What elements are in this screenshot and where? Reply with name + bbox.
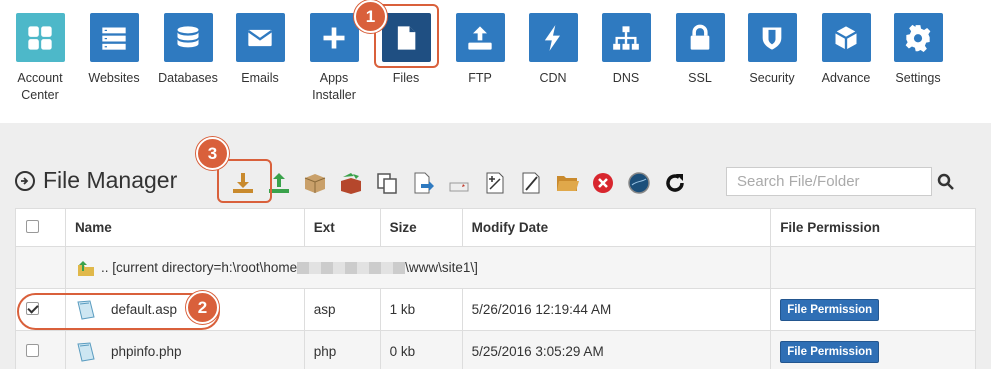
arrow-circle-icon	[15, 170, 35, 191]
current-directory-suffix: \www\site1\]	[405, 260, 478, 275]
file-manager-panel: File Manager 3 Search File/Folder Name E…	[0, 123, 991, 369]
step-badge-1: 1	[354, 0, 387, 33]
file-icon	[77, 341, 95, 362]
extract-button[interactable]	[336, 168, 366, 198]
nav-databases[interactable]: Databases	[151, 0, 225, 87]
nav-settings[interactable]: Settings	[881, 0, 955, 87]
col-modify-date[interactable]: Modify Date	[461, 208, 772, 247]
file-permission-button[interactable]: File Permission	[780, 298, 880, 321]
current-directory-prefix: .. [current directory=h:\root\home	[100, 260, 298, 275]
globe-icon	[628, 172, 650, 194]
move-button[interactable]	[408, 168, 438, 198]
upload-drive-icon	[455, 13, 505, 62]
page-title: File Manager	[43, 167, 178, 193]
refresh-icon	[666, 174, 684, 192]
gear-icon	[893, 13, 943, 62]
sitemap-icon	[601, 13, 651, 62]
select-all-checkbox[interactable]	[26, 219, 39, 233]
select-all-cell	[15, 208, 66, 247]
file-modify-date: 5/26/2016 12:19:44 AM	[461, 288, 772, 331]
nav-account-center[interactable]: Account Center	[3, 0, 77, 104]
shield-icon	[747, 13, 797, 62]
copy-button[interactable]	[372, 168, 402, 198]
new-file-button[interactable]	[480, 168, 510, 198]
nav-label: CDN	[539, 71, 567, 85]
table-header: Name Ext Size Modify Date File Permissio…	[15, 208, 976, 247]
file-ext: php	[303, 330, 381, 369]
cube-icon	[821, 13, 871, 62]
rename-icon	[449, 174, 469, 192]
file-size: 0 kb	[379, 330, 463, 369]
file-ext: asp	[303, 288, 381, 331]
nav-label: Websites	[88, 71, 140, 85]
file-name[interactable]: phpinfo.php	[111, 344, 182, 359]
edit-button[interactable]	[516, 168, 546, 198]
nav-label: Account Center	[17, 71, 63, 102]
nav-label: Settings	[895, 71, 941, 85]
step-badge-2: 2	[186, 291, 219, 324]
search-icon[interactable]	[937, 173, 955, 191]
grid-icon	[15, 13, 65, 62]
col-ext[interactable]: Ext	[303, 208, 381, 247]
move-file-icon	[414, 172, 434, 194]
search-input[interactable]	[726, 167, 932, 196]
file-size: 1 kb	[379, 288, 463, 331]
database-icon	[163, 13, 213, 62]
file-table: Name Ext Size Modify Date File Permissio…	[15, 208, 976, 369]
redacted-path	[297, 261, 406, 274]
rename-button[interactable]	[444, 168, 474, 198]
server-icon	[89, 13, 139, 62]
nav-label: Apps Installer	[312, 71, 356, 102]
delete-button[interactable]	[588, 168, 618, 198]
folder-icon	[557, 176, 579, 191]
new-folder-button[interactable]	[552, 168, 582, 198]
nav-label: Emails	[241, 71, 279, 85]
file-modify-date: 5/25/2016 3:05:29 AM	[461, 330, 772, 369]
new-file-icon	[486, 172, 504, 194]
nav-security[interactable]: Security	[735, 0, 809, 87]
bolt-icon	[528, 13, 578, 62]
box-icon	[304, 174, 326, 193]
open-box-icon	[341, 173, 361, 194]
file-manager-heading: File Manager	[15, 167, 177, 194]
top-nav: Account Center Websites Databases Emails…	[0, 0, 991, 123]
nav-label: DNS	[612, 71, 640, 85]
nav-label: Files	[392, 71, 420, 85]
nav-advance[interactable]: Advance	[809, 0, 883, 87]
step-badge-3: 3	[196, 137, 229, 170]
nav-ssl[interactable]: SSL	[663, 0, 737, 87]
compress-button[interactable]	[300, 168, 330, 198]
row-checkbox[interactable]	[26, 343, 39, 357]
envelope-icon	[235, 13, 285, 62]
up-folder-icon[interactable]	[75, 257, 97, 279]
nav-dns[interactable]: DNS	[589, 0, 663, 87]
file-toolbar	[228, 167, 696, 199]
nav-emails[interactable]: Emails	[223, 0, 297, 87]
table-row[interactable]: phpinfo.php php 0 kb 5/25/2016 3:05:29 A…	[15, 330, 976, 369]
col-file-permission: File Permission	[770, 208, 976, 247]
file-permission-button[interactable]: File Permission	[780, 340, 880, 363]
nav-cdn[interactable]: CDN	[516, 0, 590, 87]
delete-icon	[593, 173, 613, 193]
nav-label: Advance	[821, 71, 871, 85]
copy-icon	[377, 173, 397, 194]
nav-websites[interactable]: Websites	[77, 0, 151, 87]
plus-icon	[309, 13, 359, 62]
refresh-button[interactable]	[660, 168, 690, 198]
nav-ftp[interactable]: FTP	[443, 0, 517, 87]
download-highlight	[217, 159, 272, 203]
col-name[interactable]: Name	[64, 208, 305, 247]
parent-directory-row[interactable]: .. [current directory=h:\root\home \www\…	[15, 246, 976, 289]
nav-label: Security	[749, 71, 795, 85]
nav-label: Databases	[158, 71, 218, 85]
permission-button[interactable]	[624, 168, 654, 198]
nav-label: SSL	[688, 71, 712, 85]
lock-icon	[675, 13, 725, 62]
col-size[interactable]: Size	[379, 208, 463, 247]
nav-label: FTP	[468, 71, 492, 85]
edit-icon	[522, 172, 540, 194]
